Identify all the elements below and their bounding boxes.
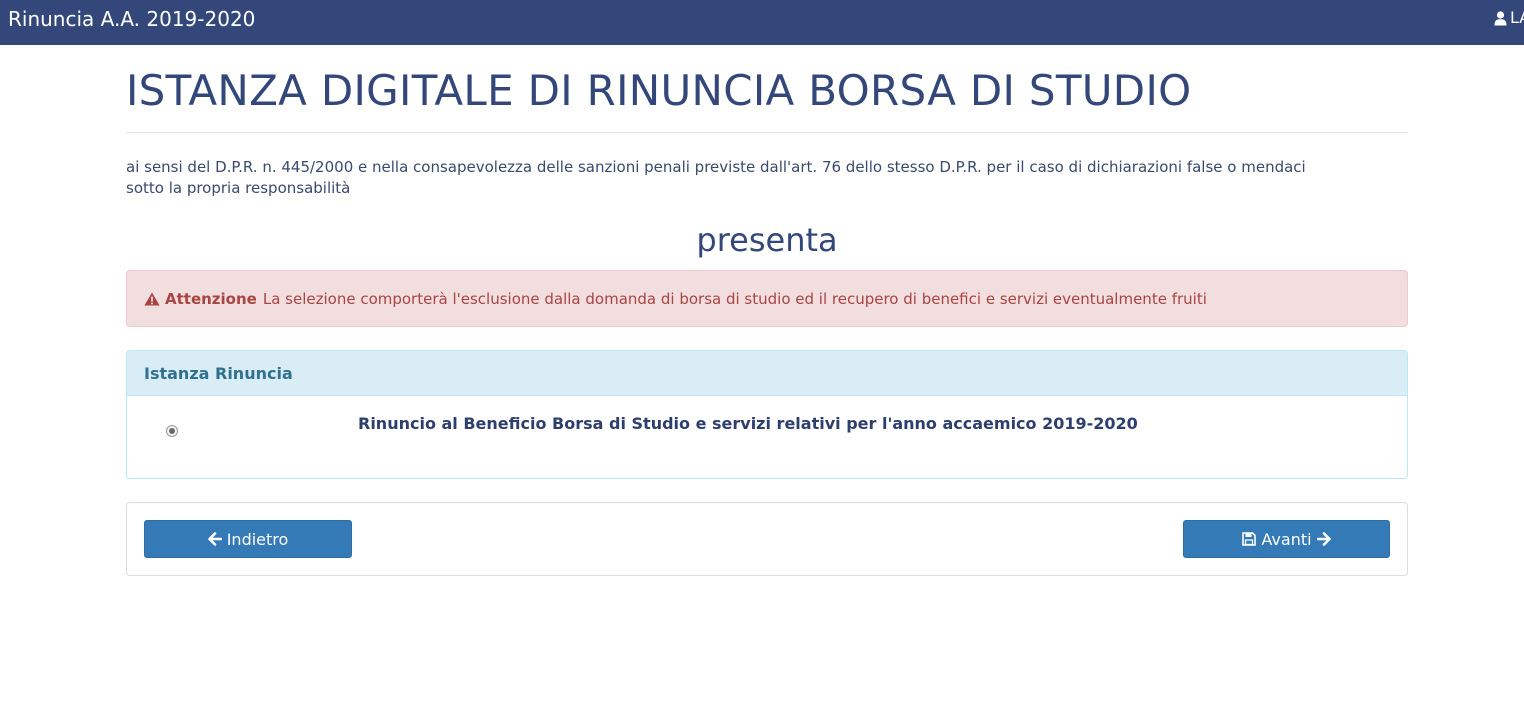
alert-title: Attenzione: [165, 289, 257, 308]
presenta-heading: presenta: [696, 221, 838, 259]
page-title: ISTANZA DIGITALE DI RINUNCIA BORSA DI ST…: [126, 66, 1192, 115]
title-divider: [126, 132, 1408, 133]
alert-message: La selezione comporterà l'esclusione dal…: [262, 289, 1207, 308]
arrow-left-icon: [207, 532, 222, 546]
intro-text: ai sensi del D.P.R. n. 445/2000 e nella …: [126, 157, 1408, 199]
intro-line-2: sotto la propria responsabilità: [126, 179, 351, 197]
save-icon: [1242, 532, 1257, 546]
warning-icon: [144, 292, 160, 305]
user-icon: [1494, 10, 1507, 25]
next-button[interactable]: Avanti: [1183, 520, 1390, 558]
intro-line-1: ai sensi del D.P.R. n. 445/2000 e nella …: [126, 158, 1306, 176]
back-button[interactable]: Indietro: [144, 520, 352, 558]
radio-checked-dot: [169, 428, 175, 434]
next-button-label: Avanti: [1261, 529, 1312, 549]
panel-heading: Istanza Rinuncia: [127, 351, 1407, 396]
panel-body: Rinuncio al Beneficio Borsa di Studio e …: [127, 396, 1407, 478]
main-content: ISTANZA DIGITALE DI RINUNCIA BORSA DI ST…: [126, 45, 1408, 576]
arrow-right-icon: [1316, 532, 1331, 546]
user-name: LA: [1510, 8, 1524, 27]
back-button-label: Indietro: [226, 529, 289, 549]
rinuncia-option-label[interactable]: Rinuncio al Beneficio Borsa di Studio e …: [358, 414, 1138, 433]
navigation-panel: Indietro Avanti: [126, 502, 1408, 576]
top-navbar: Rinuncia A.A. 2019-2020 LA: [0, 0, 1524, 45]
app-title: Rinuncia A.A. 2019-2020: [8, 7, 256, 31]
user-menu[interactable]: LA: [1494, 9, 1524, 27]
istanza-panel: Istanza Rinuncia Rinuncio al Beneficio B…: [126, 350, 1408, 479]
rinuncia-radio[interactable]: [166, 425, 178, 437]
warning-alert: Attenzione La selezione comporterà l'esc…: [126, 270, 1408, 327]
